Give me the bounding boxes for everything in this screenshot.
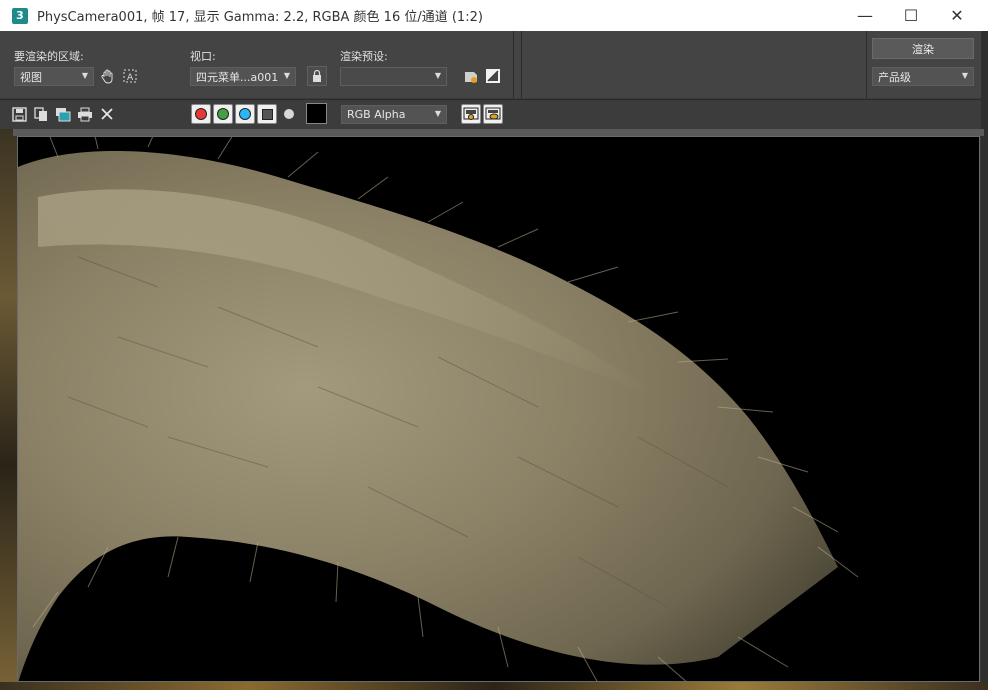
window-title: PhysCamera001, 帧 17, 显示 Gamma: 2.2, RGBA… (37, 10, 483, 25)
gamma-icon[interactable] (483, 66, 503, 86)
chevron-down-icon: ▼ (961, 71, 968, 80)
save-icon[interactable] (9, 104, 29, 124)
copy-icon[interactable] (31, 104, 51, 124)
app-icon: 3 (12, 7, 28, 24)
hand-icon[interactable] (98, 66, 118, 86)
chevron-down-icon: ▼ (434, 71, 441, 80)
panel-divider (866, 31, 867, 98)
view-region-icon[interactable] (483, 104, 503, 124)
lock-icon[interactable] (307, 66, 327, 86)
frame-border (13, 129, 984, 136)
print-icon[interactable] (75, 104, 95, 124)
view-framebuffer-icon[interactable] (461, 104, 481, 124)
render-button[interactable]: 渲染 (872, 38, 974, 59)
close-button[interactable]: ✕ (934, 0, 980, 31)
render-area-value: 视图 (20, 70, 42, 84)
display-channel-value: RGB Alpha (347, 108, 406, 121)
render-quality-value: 产品级 (878, 70, 911, 84)
render-frame-buffer[interactable] (17, 136, 980, 682)
preset-icon[interactable] (461, 66, 481, 86)
panel-divider (513, 31, 514, 98)
monochrome-toggle[interactable] (279, 104, 299, 124)
render-area-dropdown[interactable]: 视图 ▼ (14, 67, 94, 86)
render-quality-dropdown[interactable]: 产品级 ▼ (872, 67, 974, 86)
svg-text:A: A (127, 73, 134, 83)
region-icon[interactable]: A (120, 66, 140, 86)
fur-render-image (18, 137, 859, 681)
render-preset-dropdown[interactable]: ▼ (340, 67, 447, 86)
display-channel-dropdown[interactable]: RGB Alpha ▼ (341, 105, 447, 124)
viewport-value: 四元菜单...a001 (196, 70, 279, 84)
green-channel-toggle[interactable] (213, 104, 233, 124)
panel-divider (521, 31, 522, 98)
viewport-dropdown[interactable]: 四元菜单...a001 ▼ (190, 67, 296, 86)
window-titlebar: 3 PhysCamera001, 帧 17, 显示 Gamma: 2.2, RG… (0, 0, 988, 31)
alpha-channel-swatch (261, 108, 273, 120)
red-channel-swatch (195, 108, 207, 120)
clone-icon[interactable] (53, 104, 73, 124)
blue-channel-toggle[interactable] (235, 104, 255, 124)
maximize-button[interactable]: ☐ (888, 0, 934, 31)
background-viewport-strip (0, 129, 17, 690)
render-area-label: 要渲染的区域: (14, 50, 84, 63)
background-viewport-strip (0, 682, 988, 690)
viewport-label: 视口: (190, 50, 216, 63)
alpha-channel-toggle[interactable] (257, 104, 277, 124)
color-swatch[interactable] (306, 103, 327, 124)
chevron-down-icon: ▼ (434, 109, 441, 118)
chevron-down-icon: ▼ (283, 71, 290, 80)
minimize-button[interactable]: — (842, 0, 888, 31)
monochrome-dot-icon (284, 109, 294, 119)
red-channel-toggle[interactable] (191, 104, 211, 124)
clear-icon[interactable] (97, 104, 117, 124)
render-preset-label: 渲染预设: (340, 50, 388, 63)
render-settings-panel (0, 31, 988, 98)
green-channel-swatch (217, 108, 229, 120)
blue-channel-swatch (239, 108, 251, 120)
chevron-down-icon: ▼ (81, 71, 88, 80)
